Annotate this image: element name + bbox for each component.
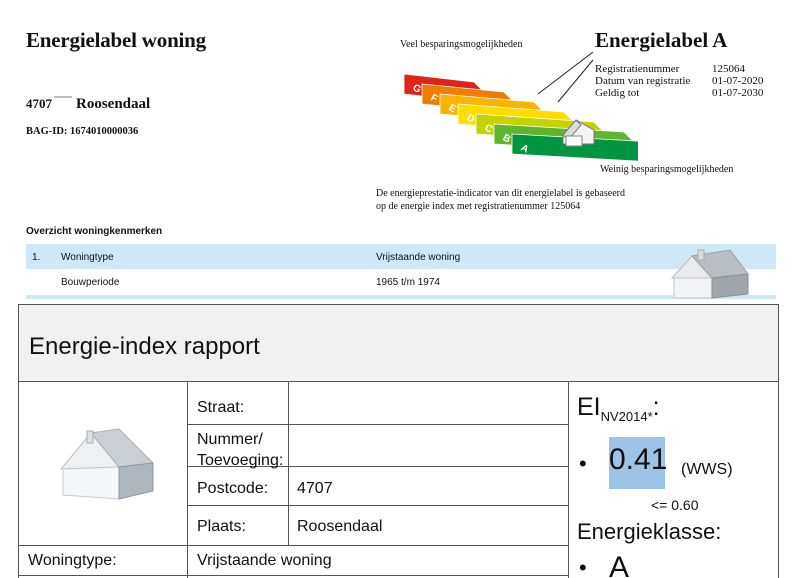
row-key: Bouwperiode — [61, 277, 120, 288]
grid-line — [19, 575, 568, 576]
report-header: Energie-index rapport — [19, 305, 778, 382]
ei-unit: (WWS) — [681, 461, 733, 478]
row-index: 1. — [32, 252, 41, 263]
document-title: Energielabel woning — [26, 28, 206, 52]
field-key: Postcode: — [197, 480, 269, 497]
indicator-description: De energieprestatie-indicator van dit en… — [376, 188, 625, 212]
grid-line — [187, 505, 568, 506]
energy-class-value: A — [609, 551, 630, 578]
registration-row: Datum van registratie 01-07-2020 — [595, 75, 764, 87]
ei-value: 0.41 — [609, 437, 667, 489]
registration-table: Registratienummer 125064 Datum van regist… — [595, 63, 763, 99]
energy-class-heading: Energieklasse: — [577, 519, 722, 544]
field-key: Nummer/ Toevoeging: — [197, 431, 284, 469]
ei-heading: EINV2014*: — [577, 393, 660, 424]
postcode: 4707 — [26, 96, 52, 111]
row-value: 1965 t/m 1974 — [376, 277, 440, 288]
house-icon — [670, 249, 749, 299]
divider — [26, 295, 776, 299]
redaction-mark — [54, 96, 72, 98]
house-icon-large — [59, 428, 155, 500]
overview-row: Bouwperiode 1965 t/m 1974 — [26, 269, 776, 295]
row-value: Vrijstaande woning — [376, 252, 461, 263]
bullet-icon: • — [579, 555, 587, 578]
grid-line — [288, 382, 289, 545]
scale-low-note: Weinig besparingsmogelijkheden — [600, 164, 734, 175]
field-value: 4707 — [297, 480, 333, 497]
grid-line — [187, 382, 188, 578]
bullet-icon: • — [579, 451, 587, 476]
woningtype-value: Vrijstaande woning — [197, 552, 332, 569]
grid-line — [568, 382, 569, 578]
label-heading: Energielabel A — [595, 28, 728, 52]
grid-line — [19, 545, 568, 546]
row-key: Woningtype — [61, 252, 114, 263]
report-title: Energie-index rapport — [29, 333, 260, 360]
registration-row: Registratienummer 125064 — [595, 63, 745, 75]
grid-line — [187, 424, 568, 425]
callout-line-1 — [537, 52, 594, 95]
callout-line-2 — [557, 59, 594, 103]
address-line: 4707 Roosendaal — [26, 96, 150, 113]
ei-limit: <= 0.60 — [651, 497, 699, 513]
woningtype-key: Woningtype: — [28, 552, 117, 569]
overview-title: Overzicht woningkenmerken — [26, 226, 163, 237]
registration-row: Geldig tot 01-07-2030 — [595, 87, 764, 99]
energy-index-report: Energie-index rapport Straat: Nummer/ To… — [18, 304, 779, 578]
field-key: Straat: — [197, 399, 245, 416]
bag-id: BAG-ID: 1674010000036 — [26, 126, 139, 137]
overview-row: 1. Woningtype Vrijstaande woning — [26, 244, 776, 269]
field-value: Roosendaal — [297, 518, 383, 535]
scale-high-note: Veel besparingsmogelijkheden — [400, 39, 523, 50]
city: Roosendaal — [76, 96, 151, 112]
field-key: Plaats: — [197, 518, 246, 535]
